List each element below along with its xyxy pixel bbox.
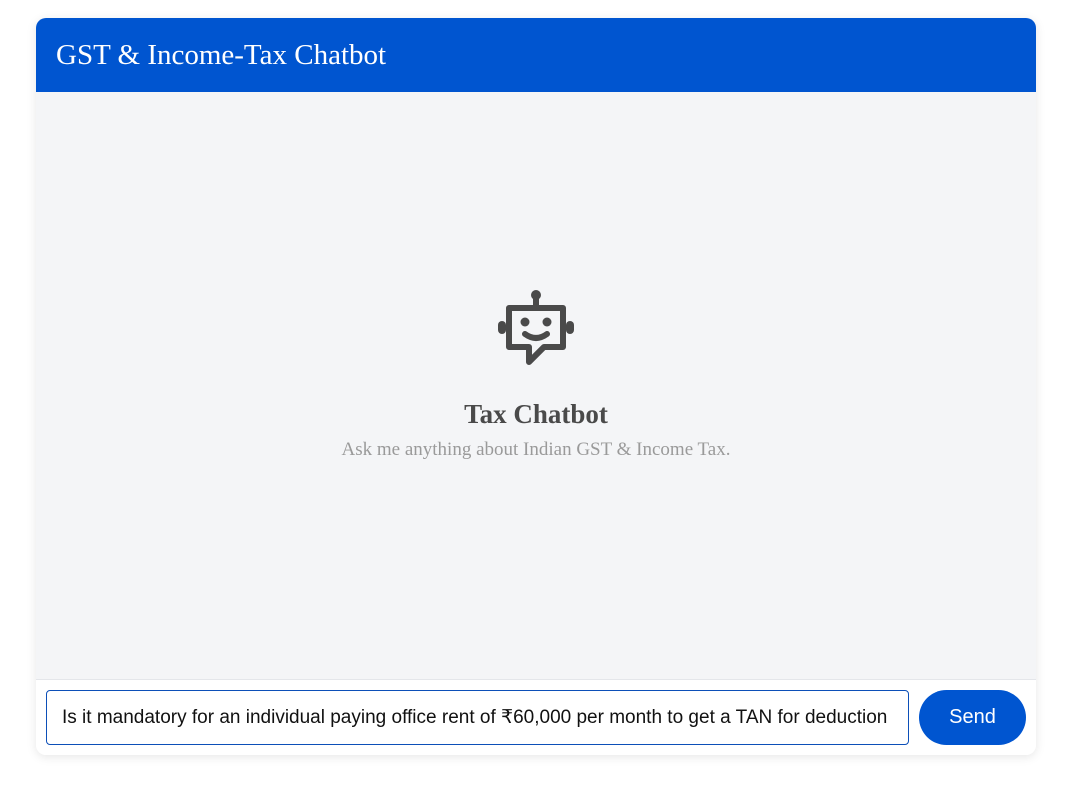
app-title: GST & Income-Tax Chatbot bbox=[56, 38, 387, 71]
chat-window: GST & Income-Tax Chatbot Tax Chatbot Ask… bbox=[36, 18, 1036, 755]
composer-bar: Send bbox=[36, 679, 1036, 755]
empty-state-subtitle: Ask me anything about Indian GST & Incom… bbox=[341, 439, 731, 460]
message-input[interactable] bbox=[46, 690, 909, 745]
robot-chat-icon bbox=[498, 290, 574, 365]
chat-messages-area[interactable]: Tax Chatbot Ask me anything about Indian… bbox=[36, 92, 1036, 679]
empty-state: Tax Chatbot Ask me anything about Indian… bbox=[36, 288, 1036, 462]
app-header: GST & Income-Tax Chatbot bbox=[36, 18, 1036, 92]
send-button[interactable]: Send bbox=[919, 690, 1026, 745]
empty-state-title: Tax Chatbot bbox=[464, 399, 608, 429]
